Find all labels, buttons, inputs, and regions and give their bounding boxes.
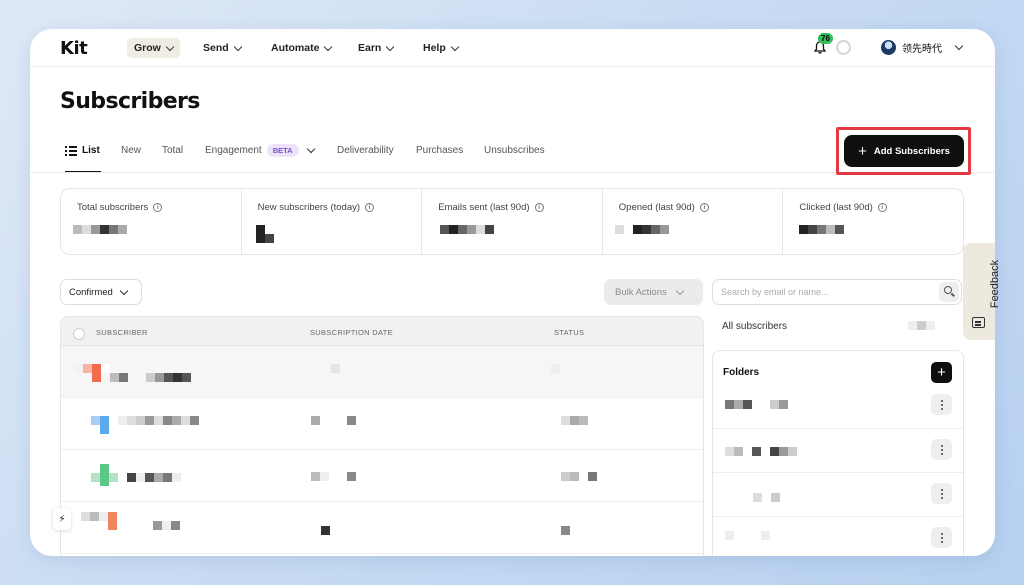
redacted-folder-name (753, 493, 780, 502)
nav-earn[interactable]: Earn (351, 38, 400, 58)
account-name: 领先時代 (902, 44, 942, 55)
nav-grow[interactable]: Grow (127, 38, 180, 58)
folder-item[interactable] (713, 384, 963, 428)
redacted-folder-name (725, 531, 770, 540)
redacted-value (440, 225, 495, 234)
tab-list[interactable]: List (65, 137, 101, 173)
folder-options-button[interactable] (931, 527, 952, 548)
add-folder-button[interactable]: + (931, 362, 952, 383)
kit-logo[interactable]: Kit (60, 38, 88, 59)
status-filter-dropdown[interactable]: Confirmed (60, 279, 142, 305)
info-icon[interactable]: i (365, 203, 375, 212)
redacted-folder-name (725, 447, 797, 456)
highlight-box: + Add Subscribers (836, 127, 971, 175)
redacted-value (255, 225, 274, 243)
chevron-down-icon (233, 42, 242, 51)
redacted-subscriber (91, 416, 199, 434)
redacted-value (73, 225, 127, 234)
redacted-date (321, 526, 330, 535)
nav-help[interactable]: Help (416, 38, 465, 58)
folder-item[interactable] (713, 516, 963, 556)
plus-icon: + (937, 364, 946, 381)
redacted-value (799, 225, 845, 234)
stat-new-subscribers: New subscribers (today) i (242, 189, 423, 254)
redacted-status (561, 472, 597, 481)
folders-panel: Folders + (712, 350, 964, 556)
tab-total[interactable]: Total (162, 137, 183, 173)
stat-emails-sent: Emails sent (last 90d) i (422, 189, 603, 254)
info-icon[interactable]: i (699, 203, 709, 212)
redacted-date (311, 472, 356, 481)
tab-engagement[interactable]: Engagement BETA (205, 137, 315, 173)
top-nav: Kit Grow Send Automate Earn Help 76 领先時代 (30, 29, 995, 67)
tab-deliverability[interactable]: Deliverability (337, 137, 394, 173)
chevron-down-icon (119, 286, 129, 295)
table-row[interactable] (61, 450, 703, 502)
tab-new[interactable]: New (121, 137, 141, 173)
stat-total-subscribers: Total subscribers i (61, 189, 242, 254)
table-row[interactable] (61, 502, 703, 554)
stat-opened: Opened (last 90d) i (603, 189, 784, 254)
loading-spinner-icon (836, 40, 851, 55)
redacted-subscriber (74, 364, 191, 382)
folder-options-button[interactable] (931, 439, 952, 460)
table-row[interactable] (61, 398, 703, 450)
info-icon[interactable]: i (534, 203, 544, 212)
nav-automate[interactable]: Automate (264, 38, 338, 58)
tab-unsubscribes[interactable]: Unsubscribes (484, 137, 545, 173)
chevron-down-icon (324, 42, 333, 51)
nav-send[interactable]: Send (196, 38, 248, 58)
redacted-status (551, 364, 560, 373)
info-icon[interactable]: i (153, 203, 163, 212)
redacted-date (331, 364, 340, 373)
avatar (881, 40, 896, 55)
redacted-folder-name (725, 400, 788, 409)
table-header: SUBSCRIBER SUBSCRIPTION DATE STATUS (61, 317, 703, 346)
lightning-icon[interactable]: ⚡ (53, 508, 71, 530)
stat-clicked: Clicked (last 90d) i (783, 189, 963, 254)
folder-options-button[interactable] (931, 394, 952, 415)
column-status[interactable]: STATUS (554, 328, 584, 337)
redacted-count (908, 321, 935, 330)
feedback-tab[interactable]: Feedback (963, 243, 1001, 340)
bulk-actions-dropdown[interactable]: Bulk Actions (604, 279, 703, 305)
redacted-value (614, 225, 669, 234)
beta-badge: BETA (266, 144, 299, 157)
redacted-subscriber (81, 512, 180, 530)
list-icon (65, 146, 77, 156)
app-window: Kit Grow Send Automate Earn Help 76 领先時代… (30, 29, 995, 556)
chevron-down-icon (450, 42, 460, 51)
notification-badge: 76 (818, 33, 833, 44)
column-subscription-date[interactable]: SUBSCRIPTION DATE (310, 328, 393, 337)
redacted-status (561, 526, 570, 535)
info-icon[interactable]: i (877, 203, 887, 212)
search-button[interactable] (939, 282, 959, 302)
subscribers-table: SUBSCRIBER SUBSCRIPTION DATE STATUS (60, 316, 704, 556)
folder-options-button[interactable] (931, 483, 952, 504)
chevron-down-icon (165, 42, 175, 51)
account-menu[interactable]: 领先時代 (881, 40, 964, 55)
chevron-down-icon (386, 42, 395, 51)
chevron-down-icon (954, 41, 964, 51)
page-title: Subscribers (60, 89, 200, 114)
column-subscriber[interactable]: SUBSCRIBER (96, 328, 148, 337)
all-subscribers-link[interactable]: All subscribers (722, 321, 787, 332)
chevron-down-icon (306, 144, 315, 154)
folders-title: Folders (723, 367, 760, 378)
table-row[interactable] (61, 346, 703, 398)
redacted-status (561, 416, 588, 425)
tab-purchases[interactable]: Purchases (416, 137, 463, 173)
subscriber-tabs: List New Total Engagement BETA Deliverab… (60, 137, 965, 173)
redacted-subscriber (91, 464, 181, 486)
stats-bar: Total subscribers i New subscribers (toda… (60, 188, 964, 255)
search-input[interactable]: Search by email or name... (712, 279, 962, 305)
add-subscribers-button[interactable]: + Add Subscribers (844, 135, 964, 167)
chat-icon (972, 317, 985, 328)
plus-icon: + (858, 142, 867, 160)
redacted-date (311, 416, 356, 425)
folder-item[interactable] (713, 428, 963, 472)
chevron-down-icon (675, 286, 684, 295)
select-all-checkbox[interactable] (73, 328, 85, 340)
folder-item[interactable] (713, 472, 963, 516)
